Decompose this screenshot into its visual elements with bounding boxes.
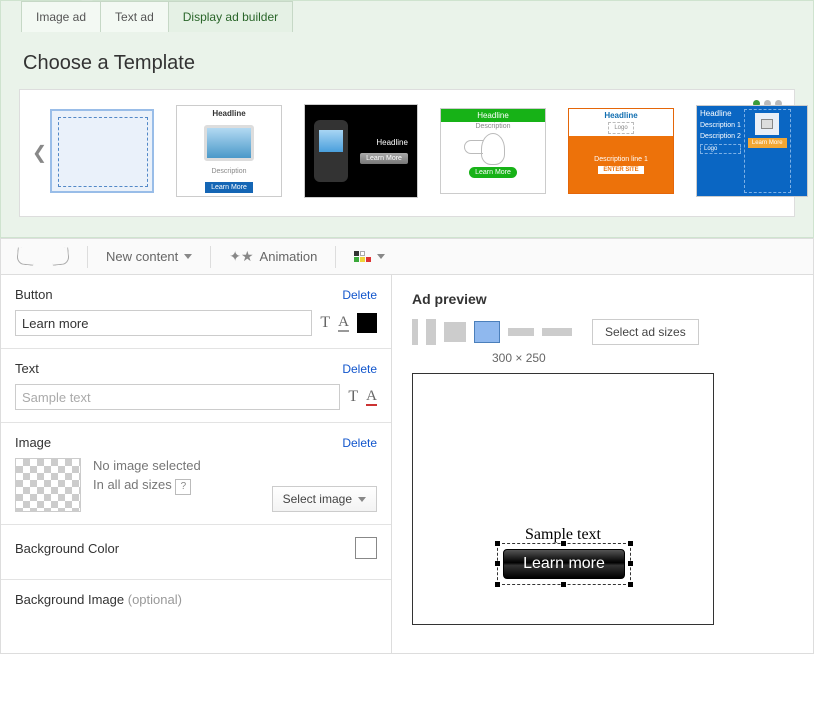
resize-handle[interactable] [628,582,633,587]
font-style-button[interactable]: T [348,388,358,406]
section-title: Image [15,435,51,450]
color-theme-dropdown[interactable] [348,248,391,265]
font-style-button[interactable]: T [320,314,330,332]
template-description: Description line 1 [594,156,648,163]
template-cta: Learn More [360,153,408,164]
current-size-label: 300 × 250 [492,351,793,365]
new-content-dropdown[interactable]: New content [100,246,198,267]
section-title: Background Image (optional) [15,592,182,607]
optional-label: (optional) [128,592,182,607]
button-color-swatch[interactable] [357,313,377,333]
template-desc1: Description 1 [700,122,741,129]
phone-icon [314,120,348,182]
resize-handle[interactable] [628,541,633,546]
preview-learn-more-button[interactable]: Learn more [503,549,625,579]
properties-pane: Button Delete T A Text Delete T [1,275,392,653]
resize-handle[interactable] [495,561,500,566]
template-description: Description [475,123,510,130]
resize-handle[interactable] [628,561,633,566]
template-headline: Headline [212,109,245,118]
section-title: Background Color [15,541,119,556]
resize-handle[interactable] [495,582,500,587]
redo-button[interactable] [46,245,75,268]
tab-text-ad[interactable]: Text ad [100,1,169,32]
select-ad-sizes-button[interactable]: Select ad sizes [592,319,699,345]
caret-down-icon [358,497,366,502]
delete-image-link[interactable]: Delete [342,436,377,450]
text-input[interactable] [15,384,340,410]
template-description: Description [211,168,246,175]
caret-down-icon [184,254,192,259]
template-card-laptop[interactable]: Headline Description Learn More [176,105,282,197]
template-logo: Logo [700,144,741,154]
resize-handle[interactable] [495,541,500,546]
preview-pane: Ad preview Select ad sizes 300 × 250 Sam… [392,275,813,653]
no-image-label: No image selected [93,458,201,473]
in-all-sizes-label: In all ad sizes [93,477,172,492]
template-headline: Headline [376,138,408,147]
font-color-button[interactable]: A [338,315,349,332]
template-cta: Learn More [205,182,253,193]
editor-toolbar: New content ✦★ Animation [0,238,814,274]
template-card-blank[interactable] [50,109,154,193]
choose-template-heading: Choose a Template [1,32,813,89]
section-bg-color: Background Color [1,525,391,580]
template-card-blue[interactable]: Headline Description 1 Description 2 Log… [696,105,808,197]
template-panel: Image ad Text ad Display ad builder Choo… [0,0,814,238]
template-logo: Logo [608,122,633,134]
preview-title: Ad preview [412,291,793,307]
ad-preview-canvas[interactable]: Sample text Learn more [412,373,714,625]
resize-handle[interactable] [561,582,566,587]
ad-size-selector: Select ad sizes [412,319,793,345]
image-thumbnail-placeholder [15,458,81,512]
laptop-icon [204,125,254,161]
image-placeholder-icon [755,113,779,135]
animation-label: Animation [260,249,318,264]
animation-icon: ✦★ [229,248,253,265]
section-title: Text [15,361,39,376]
delete-text-link[interactable]: Delete [342,362,377,376]
template-desc2: Description 2 [700,133,741,140]
template-card-phone[interactable]: Headline Learn More [304,104,418,198]
resize-handle[interactable] [561,541,566,546]
new-content-label: New content [106,249,178,264]
template-card-orange[interactable]: Headline Logo Description line 1 ENTER S… [568,108,674,194]
section-text: Text Delete T A [1,349,391,423]
template-cta: Learn More [748,138,787,148]
undo-button[interactable] [11,245,40,268]
template-cta: Learn More [469,167,517,178]
select-image-button[interactable]: Select image [272,486,377,512]
button-text-input[interactable] [15,310,312,336]
size-option-banner[interactable] [508,328,534,336]
template-headline: Headline [700,109,741,118]
size-option-medium-rect-selected[interactable] [474,321,500,343]
template-card-mouse[interactable]: Headline Description Learn More [440,108,546,194]
font-color-button[interactable]: A [366,389,377,406]
editor-area: Button Delete T A Text Delete T [0,274,814,654]
template-headline: Headline [441,109,545,122]
tab-display-ad-builder[interactable]: Display ad builder [168,1,293,32]
mouse-icon [481,133,505,165]
template-cta: ENTER SITE [598,166,643,174]
color-theme-icon [354,251,371,262]
caret-down-icon [377,254,385,259]
tab-bar: Image ad Text ad Display ad builder [1,1,813,32]
section-bg-image: Background Image (optional) [1,580,391,619]
section-title: Button [15,287,53,302]
tab-image-ad[interactable]: Image ad [21,1,101,32]
section-button: Button Delete T A [1,275,391,349]
size-option-leaderboard[interactable] [542,328,572,336]
bg-color-swatch[interactable] [355,537,377,559]
size-option-skyscraper[interactable] [412,319,418,345]
size-option-wide-skyscraper[interactable] [426,319,436,345]
help-icon[interactable]: ? [175,479,191,495]
delete-button-link[interactable]: Delete [342,288,377,302]
template-carousel: ❮ ❯ Headline Description Learn More Head… [19,89,795,217]
section-image: Image Delete No image selected In all ad… [1,423,391,525]
animation-button[interactable]: ✦★ Animation [223,245,323,268]
size-option-square[interactable] [444,322,466,342]
template-headline: Headline [604,111,637,120]
select-image-label: Select image [283,492,352,506]
